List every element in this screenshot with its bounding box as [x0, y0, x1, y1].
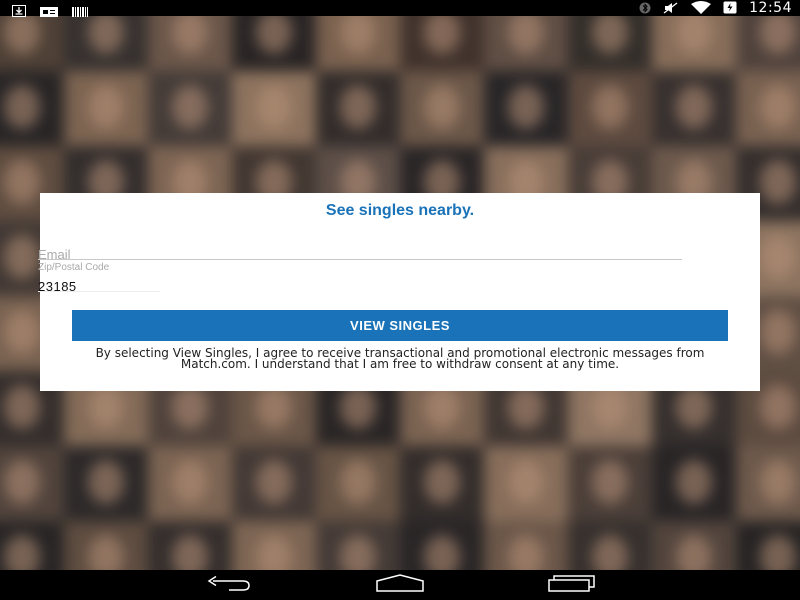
recent-apps-button[interactable] — [542, 574, 602, 596]
mute-icon — [663, 0, 679, 18]
download-icon — [12, 2, 26, 21]
zip-input[interactable] — [38, 279, 160, 294]
home-icon — [376, 574, 424, 596]
back-button[interactable] — [198, 574, 258, 596]
barcode-icon — [72, 2, 88, 21]
recent-apps-icon — [548, 574, 596, 596]
battery-charging-icon — [723, 0, 737, 18]
status-bar-left — [12, 2, 88, 21]
email-input[interactable] — [38, 247, 682, 262]
back-icon — [205, 575, 251, 595]
zip-field-container — [38, 276, 160, 294]
consent-disclaimer: By selecting View Singles, I agree to re… — [95, 346, 705, 371]
status-bar: 12:54 — [0, 0, 800, 17]
view-singles-button[interactable]: VIEW SINGLES — [72, 310, 728, 341]
bluetooth-icon — [639, 0, 651, 18]
email-field-container — [38, 244, 682, 262]
home-button[interactable] — [370, 574, 430, 596]
notification-card-icon — [40, 2, 58, 21]
wifi-icon — [691, 0, 712, 18]
status-bar-right: 12:54 — [639, 0, 792, 16]
status-time: 12:54 — [749, 0, 792, 16]
navigation-bar — [0, 570, 800, 600]
zip-label: Zip/Postal Code — [38, 262, 110, 273]
card-title: See singles nearby. — [325, 202, 475, 219]
